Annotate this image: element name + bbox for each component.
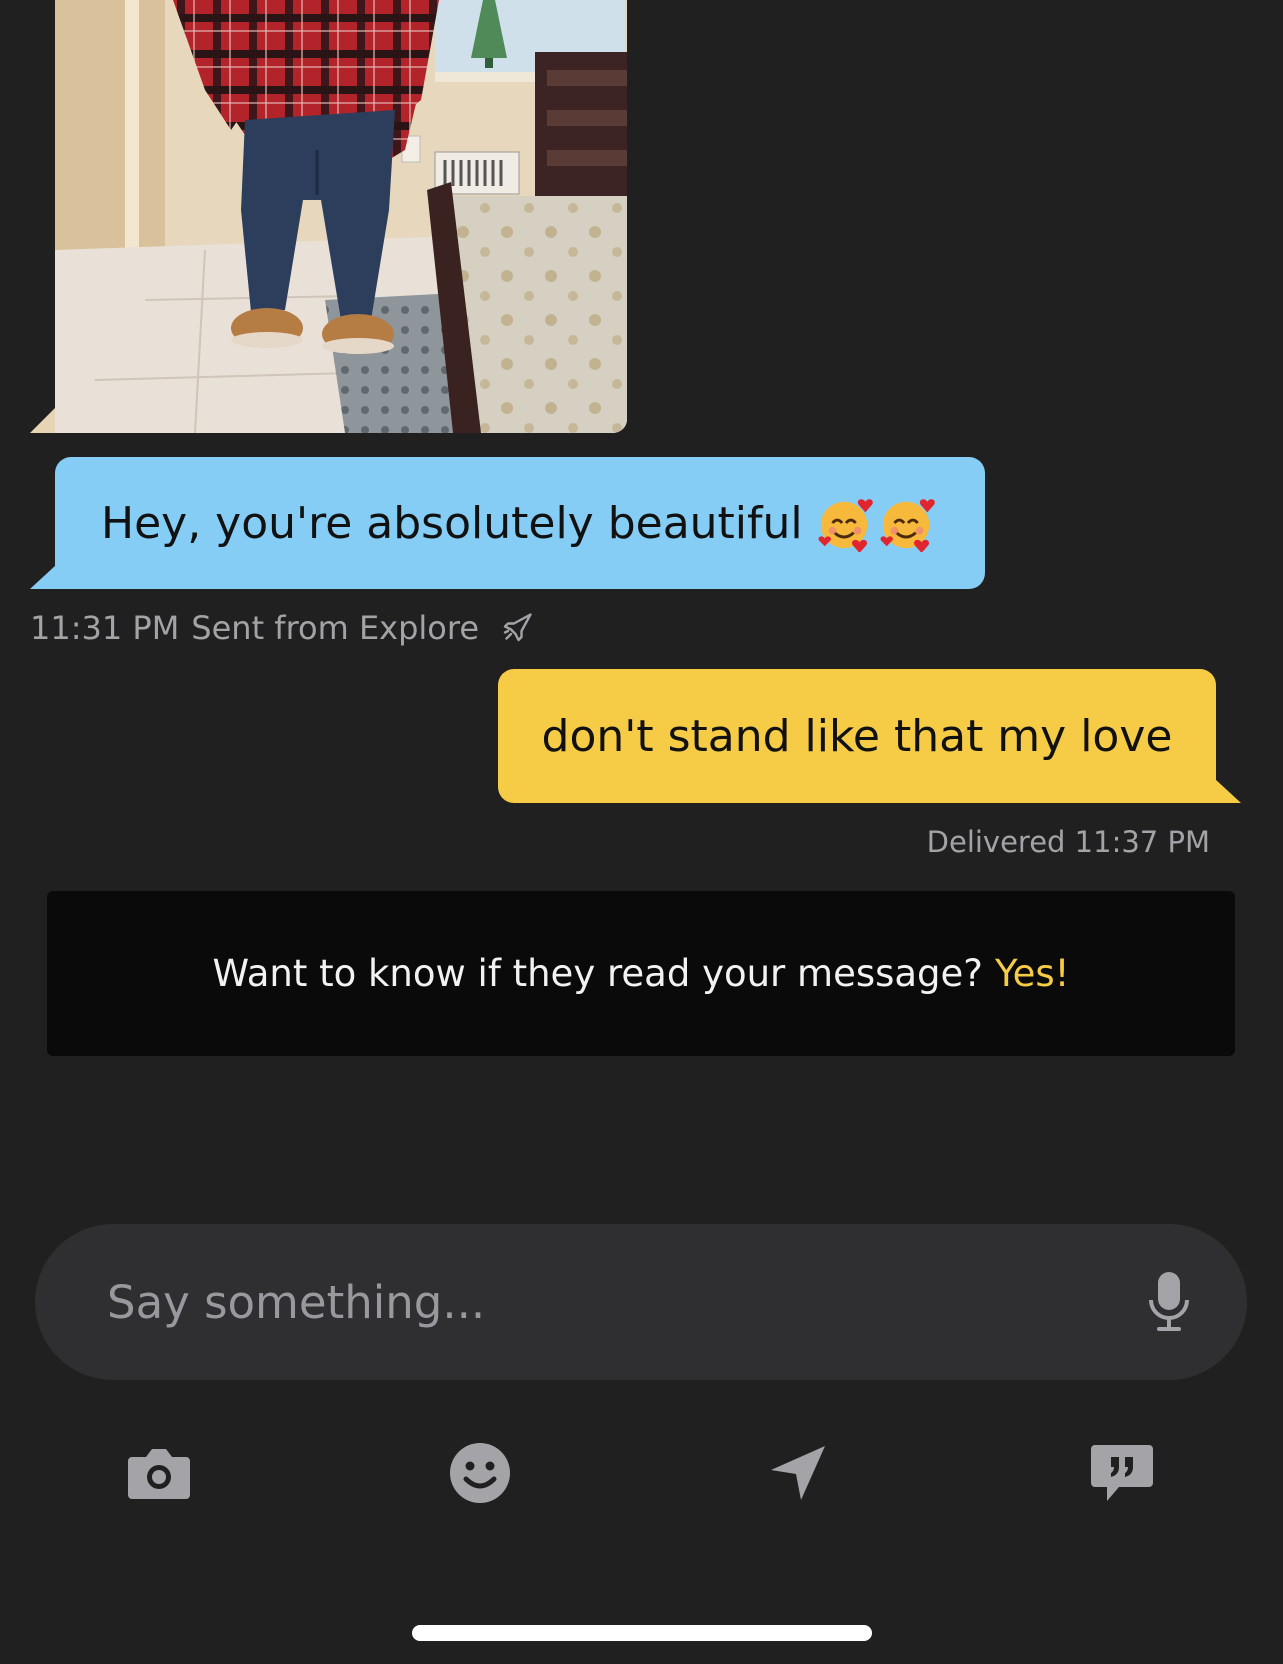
smiling-face-with-hearts-icon (818, 499, 873, 552)
message-composer (35, 1224, 1247, 1380)
home-indicator[interactable] (412, 1625, 872, 1641)
emoji-group (817, 494, 937, 552)
smiling-face-with-hearts-icon (880, 499, 935, 552)
received-message-text: Hey, you're absolutely beautiful (101, 497, 803, 549)
microphone-icon[interactable] (1139, 1262, 1199, 1342)
received-photo-message[interactable] (30, 0, 627, 433)
rocket-icon (499, 610, 535, 646)
received-message[interactable]: Hey, you're absolutely beautiful (30, 457, 985, 589)
sent-bubble-tail (1215, 779, 1241, 803)
banner-yes-link[interactable]: Yes! (995, 952, 1070, 995)
read-receipt-banner[interactable]: Want to know if they read your message? … (47, 891, 1235, 1056)
received-message-bubble[interactable]: Hey, you're absolutely beautiful (55, 457, 985, 589)
received-time: 11:31 PM (30, 609, 180, 647)
saved-phrases-icon[interactable] (1077, 1438, 1167, 1508)
smiley-icon[interactable] (435, 1438, 525, 1508)
received-bubble-tail (30, 565, 56, 589)
received-message-meta: 11:31 PM Sent from Explore (30, 608, 535, 648)
sent-message-text: don't stand like that my love (541, 710, 1173, 762)
received-source: Sent from Explore (191, 609, 480, 647)
banner-text: Want to know if they read your message? (212, 952, 983, 995)
sent-message-bubble[interactable]: don't stand like that my love (498, 669, 1216, 803)
sent-message[interactable]: don't stand like that my love (498, 669, 1241, 803)
photo-image (55, 0, 627, 433)
received-photo[interactable] (55, 0, 627, 433)
camera-icon[interactable] (114, 1438, 204, 1508)
message-input[interactable] (107, 1275, 1139, 1329)
location-arrow-icon[interactable] (753, 1438, 843, 1508)
delivery-status: Delivered 11:37 PM (926, 825, 1210, 859)
photo-bubble-tail (30, 407, 56, 433)
chat-screen: Hey, you're absolutely beautiful 11:31 P… (0, 0, 1283, 1664)
